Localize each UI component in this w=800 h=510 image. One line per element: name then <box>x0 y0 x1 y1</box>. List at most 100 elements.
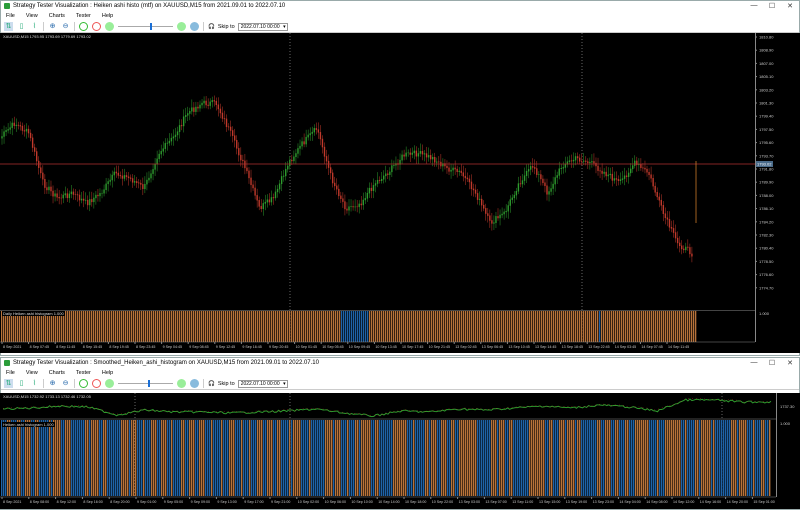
menu-help[interactable]: Help <box>102 370 113 376</box>
zoom-out-icon[interactable]: ⊖ <box>61 22 70 31</box>
histogram-bar <box>171 420 173 496</box>
histogram-bar <box>647 311 649 342</box>
candle <box>268 199 271 203</box>
time-label: 9 Sep 13:00 <box>217 500 236 504</box>
histogram-bar <box>659 311 661 342</box>
histogram-bar <box>369 311 371 342</box>
line-chart-icon[interactable]: ⌇ <box>30 379 39 388</box>
menu-tester[interactable]: Tester <box>76 13 91 19</box>
maximize-button[interactable]: ☐ <box>763 2 781 10</box>
histogram-bar <box>709 420 711 496</box>
candle <box>601 170 603 174</box>
menu-charts[interactable]: Charts <box>49 370 65 376</box>
candle <box>515 190 518 196</box>
candlestick-icon[interactable]: ▯ <box>17 22 26 31</box>
candle <box>52 190 54 197</box>
time-label: 8 Sep 12:00 <box>57 500 76 504</box>
pause-button[interactable] <box>190 22 199 31</box>
play-button[interactable] <box>79 22 88 31</box>
candle <box>376 180 379 184</box>
candle <box>334 182 336 187</box>
candle <box>317 129 320 133</box>
candle <box>593 161 595 164</box>
maximize-button[interactable]: ☐ <box>763 359 781 367</box>
slower-button[interactable] <box>105 22 114 31</box>
histogram-bar <box>603 420 605 496</box>
histogram-bar <box>627 311 629 342</box>
histogram-bar <box>381 311 383 342</box>
histogram-bar <box>655 311 657 342</box>
histogram-bar <box>247 311 249 342</box>
histogram-bar <box>521 420 523 496</box>
menu-tester[interactable]: Tester <box>76 370 91 376</box>
slower-button[interactable] <box>105 379 114 388</box>
candle <box>60 197 62 199</box>
histogram-bar <box>525 311 527 342</box>
candle <box>556 175 558 178</box>
histogram-bar <box>581 311 583 342</box>
menu-charts[interactable]: Charts <box>49 13 65 19</box>
candle <box>103 189 105 194</box>
histogram-bar <box>1 420 3 496</box>
histogram-bar <box>73 311 75 342</box>
candle <box>1 136 3 139</box>
histogram-bar <box>285 420 287 496</box>
faster-button[interactable] <box>177 379 186 388</box>
menu-view[interactable]: View <box>26 13 38 19</box>
candlestick-icon[interactable]: ▯ <box>17 379 26 388</box>
histogram-bar <box>189 311 191 342</box>
chart-background <box>0 33 800 353</box>
histogram-bar <box>119 420 121 496</box>
candle <box>558 168 560 176</box>
close-button[interactable]: ✕ <box>781 2 799 10</box>
price-label: 1780.40 <box>759 246 774 251</box>
histogram-bar <box>435 311 437 342</box>
candle <box>203 100 205 104</box>
pause-button[interactable] <box>190 379 199 388</box>
play-button[interactable] <box>79 379 88 388</box>
histogram-bar <box>229 311 231 342</box>
candle <box>629 168 632 174</box>
skip-date-picker[interactable]: 2022.07.10 00:00 <box>237 22 288 31</box>
bar-chart-icon[interactable]: ⇅ <box>4 379 13 388</box>
stop-button[interactable] <box>92 22 101 31</box>
menu-file[interactable]: File <box>6 13 15 19</box>
menu-view[interactable]: View <box>26 370 38 376</box>
zoom-out-icon[interactable]: ⊖ <box>61 379 70 388</box>
histogram-bar <box>469 420 471 496</box>
zoom-in-icon[interactable]: ⊕ <box>48 22 57 31</box>
histogram-bar <box>177 311 179 342</box>
minimize-button[interactable]: — <box>745 2 763 10</box>
histogram-bar <box>33 420 35 496</box>
candle <box>491 220 493 224</box>
speed-slider[interactable] <box>118 23 173 30</box>
line-chart-icon[interactable]: ⌇ <box>30 22 39 31</box>
speed-slider[interactable] <box>118 380 173 387</box>
time-label: 14 Sep 11:45 <box>668 345 689 349</box>
skip-date-picker[interactable]: 2022.07.10 00:00 <box>237 379 288 388</box>
price-chart-2[interactable]: 1737.30 1.000 8 Sep 2021 8 Sep 08:00 8 Sep 1… <box>0 393 800 509</box>
candle <box>511 197 513 200</box>
histogram-bar <box>287 420 289 496</box>
histogram-bar <box>277 420 279 496</box>
candle <box>133 181 136 183</box>
histogram-bar <box>551 420 553 496</box>
minimize-button[interactable]: — <box>745 359 763 367</box>
histogram-bar <box>185 420 187 496</box>
candle <box>158 153 160 160</box>
price-label: 1789.90 <box>759 180 774 185</box>
zoom-in-icon[interactable]: ⊕ <box>48 379 57 388</box>
stop-button[interactable] <box>92 379 101 388</box>
histogram-bar <box>149 311 151 342</box>
faster-button[interactable] <box>177 22 186 31</box>
price-chart-1[interactable]: 1810.80 1808.90 1807.00 1805.10 1803.20 1801.… <box>0 33 800 353</box>
candle <box>409 152 411 155</box>
candle <box>452 167 454 171</box>
histogram-bar <box>387 420 389 496</box>
bar-chart-icon[interactable]: ⇅ <box>4 22 13 31</box>
menu-help[interactable]: Help <box>102 13 113 19</box>
histogram-bar <box>179 311 181 342</box>
menu-file[interactable]: File <box>6 370 15 376</box>
time-label: 10 Sep 17:45 <box>402 345 423 349</box>
close-button[interactable]: ✕ <box>781 359 799 367</box>
